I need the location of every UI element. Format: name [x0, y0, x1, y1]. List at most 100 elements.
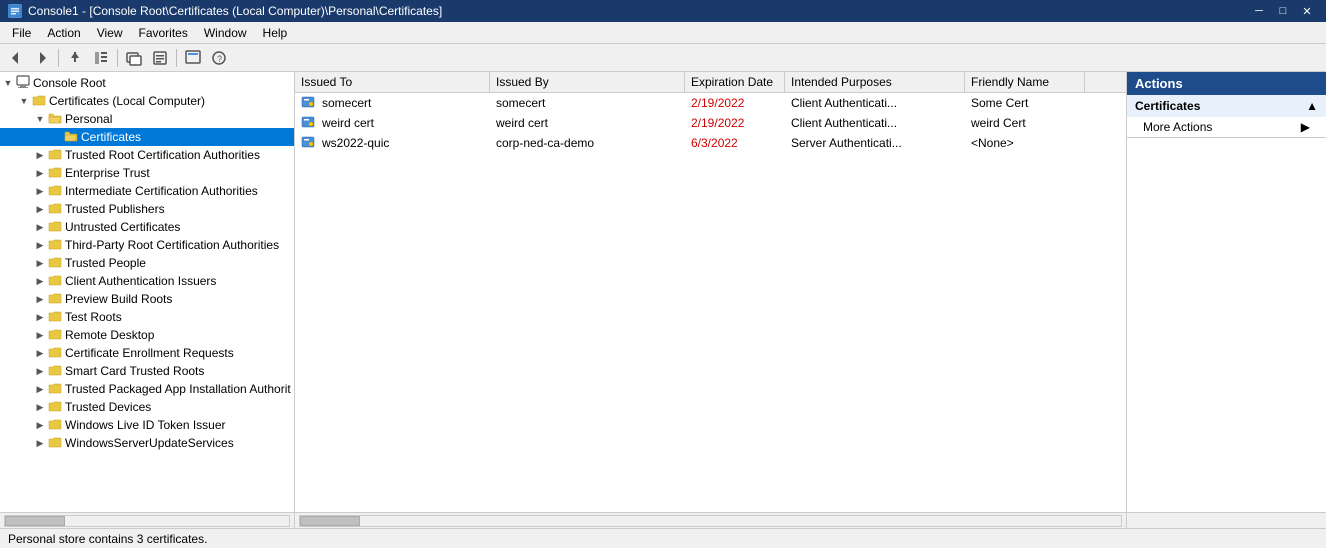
tree-item-label: Intermediate Certification Authorities — [65, 184, 258, 198]
tree-item[interactable]: ▶Certificate Enrollment Requests — [0, 344, 295, 362]
tree-expand-icon[interactable]: ▶ — [32, 168, 48, 179]
action-certificates-title[interactable]: Certificates ▲ — [1127, 95, 1326, 117]
tree-item[interactable]: ▶Trusted Packaged App Installation Autho… — [0, 380, 295, 398]
cell-issued-to-text: weird cert — [322, 116, 374, 130]
action-more-actions[interactable]: More Actions ▶ — [1127, 117, 1326, 137]
list-hscroll-thumb[interactable] — [300, 516, 360, 526]
tree-item[interactable]: ▶Test Roots — [0, 308, 295, 326]
show-hide-tree[interactable] — [89, 47, 113, 69]
tree-item[interactable]: ▼Certificates (Local Computer) — [0, 92, 295, 110]
tree-item[interactable]: Certificates — [0, 128, 295, 146]
table-row[interactable]: weird certweird cert2/19/2022Client Auth… — [295, 113, 1126, 133]
new-window-button[interactable] — [122, 47, 146, 69]
tree-panel[interactable]: ▼Console Root▼Certificates (Local Comput… — [0, 72, 295, 512]
tree-item[interactable]: ▶Client Authentication Issuers — [0, 272, 295, 290]
maximize-button[interactable]: □ — [1272, 3, 1294, 19]
forward-button[interactable] — [30, 47, 54, 69]
tree-item[interactable]: ▶WindowsServerUpdateServices — [0, 434, 295, 452]
actions-panel-header: Actions — [1127, 72, 1326, 95]
horizontal-scrollbar-area — [0, 512, 1326, 528]
menu-view[interactable]: View — [89, 24, 131, 42]
tree-item[interactable]: ▶ Intermediate Certification Authorities — [0, 182, 295, 200]
tree-expand-icon[interactable]: ▶ — [32, 258, 48, 269]
tree-item[interactable]: ▼Personal — [0, 110, 295, 128]
tree-item[interactable]: ▶Trusted Devices — [0, 398, 295, 416]
table-row[interactable]: ws2022-quiccorp-ned-ca-demo6/3/2022Serve… — [295, 133, 1126, 153]
table-row[interactable]: somecertsomecert2/19/2022Client Authenti… — [295, 93, 1126, 113]
tree-item[interactable]: ▶Untrusted Certificates — [0, 218, 295, 236]
col-expiration-date[interactable]: Expiration Date — [685, 72, 785, 92]
tree-expand-icon[interactable]: ▶ — [32, 150, 48, 161]
tree-item[interactable]: ▶Enterprise Trust — [0, 164, 295, 182]
up-button[interactable] — [63, 47, 87, 69]
menu-file[interactable]: File — [4, 24, 39, 42]
tree-expand-icon[interactable]: ▶ — [32, 276, 48, 287]
tree-hscroll[interactable] — [0, 513, 295, 528]
tree-item[interactable]: ▶Trusted Root Certification Authorities — [0, 146, 295, 164]
cell-friendly-name: weird Cert — [965, 116, 1085, 130]
cell-exp-date: 2/19/2022 — [685, 116, 785, 130]
list-body[interactable]: somecertsomecert2/19/2022Client Authenti… — [295, 93, 1126, 512]
tree-expand-icon[interactable]: ▼ — [0, 78, 16, 88]
toolbar: ? — [0, 44, 1326, 72]
folder-icon — [48, 399, 62, 416]
folder-icon — [48, 201, 62, 218]
tree-expand-icon[interactable]: ▶ — [32, 348, 48, 359]
tree-expand-icon[interactable]: ▶ — [32, 312, 48, 323]
col-intended-purposes[interactable]: Intended Purposes — [785, 72, 965, 92]
tree-expand-icon[interactable]: ▶ — [32, 384, 48, 395]
cell-issued-to: weird cert — [295, 115, 490, 132]
close-button[interactable]: ✕ — [1296, 3, 1318, 19]
col-friendly-name[interactable]: Friendly Name — [965, 72, 1085, 92]
col-issued-to[interactable]: Issued To — [295, 72, 490, 92]
tree-item-label: Console Root — [33, 76, 106, 90]
tree-expand-icon[interactable]: ▶ — [32, 366, 48, 377]
menu-favorites[interactable]: Favorites — [131, 24, 196, 42]
folder-icon — [48, 363, 62, 380]
tree-expand-icon[interactable]: ▶ — [32, 420, 48, 431]
tree-expand-icon[interactable]: ▶ — [32, 204, 48, 215]
folder-icon — [16, 75, 30, 92]
help-button[interactable]: ? — [207, 47, 231, 69]
tree-item-label: Smart Card Trusted Roots — [65, 364, 204, 378]
tree-item[interactable]: ▶Remote Desktop — [0, 326, 295, 344]
tree-expand-icon[interactable]: ▶ — [32, 240, 48, 251]
tree-expand-icon[interactable]: ▶ — [32, 294, 48, 305]
tree-hscroll-thumb[interactable] — [5, 516, 65, 526]
action-section-certificates: Certificates ▲ More Actions ▶ — [1127, 95, 1326, 138]
menu-help[interactable]: Help — [255, 24, 296, 42]
tree-hscroll-track[interactable] — [4, 515, 290, 527]
tree-item[interactable]: ▶ Trusted Publishers — [0, 200, 295, 218]
tree-expand-icon[interactable]: ▶ — [32, 438, 48, 449]
folder-icon — [48, 255, 62, 272]
tree-item[interactable]: ▶ Smart Card Trusted Roots — [0, 362, 295, 380]
col-issued-by[interactable]: Issued By — [490, 72, 685, 92]
list-hscroll[interactable] — [295, 513, 1126, 528]
folder-icon — [48, 345, 62, 362]
tree-item-label: Trusted Publishers — [65, 202, 165, 216]
menu-window[interactable]: Window — [196, 24, 255, 42]
main-content: ▼Console Root▼Certificates (Local Comput… — [0, 72, 1326, 512]
menu-action[interactable]: Action — [39, 24, 88, 42]
tree-item[interactable]: ▶Third-Party Root Certification Authorit… — [0, 236, 295, 254]
properties-button[interactable] — [148, 47, 172, 69]
list-hscroll-track[interactable] — [299, 515, 1122, 527]
tree-item[interactable]: ▼ Console Root — [0, 74, 295, 92]
svg-text:?: ? — [217, 54, 222, 64]
cell-intended-purposes: Client Authenticati... — [785, 116, 965, 130]
tree-expand-icon[interactable]: ▶ — [32, 222, 48, 233]
export-button[interactable] — [181, 47, 205, 69]
tree-expand-icon[interactable]: ▼ — [32, 114, 48, 124]
tree-expand-icon[interactable]: ▶ — [32, 402, 48, 413]
status-bar: Personal store contains 3 certificates. — [0, 528, 1326, 548]
tree-expand-icon[interactable]: ▶ — [32, 186, 48, 197]
minimize-button[interactable]: ─ — [1248, 3, 1270, 19]
folder-icon — [32, 93, 46, 110]
tree-item[interactable]: ▶Trusted People — [0, 254, 295, 272]
tree-expand-icon[interactable]: ▶ — [32, 330, 48, 341]
tree-expand-icon[interactable]: ▼ — [16, 96, 32, 106]
tree-item[interactable]: ▶Windows Live ID Token Issuer — [0, 416, 295, 434]
back-button[interactable] — [4, 47, 28, 69]
cell-exp-date: 2/19/2022 — [685, 96, 785, 110]
tree-item[interactable]: ▶Preview Build Roots — [0, 290, 295, 308]
